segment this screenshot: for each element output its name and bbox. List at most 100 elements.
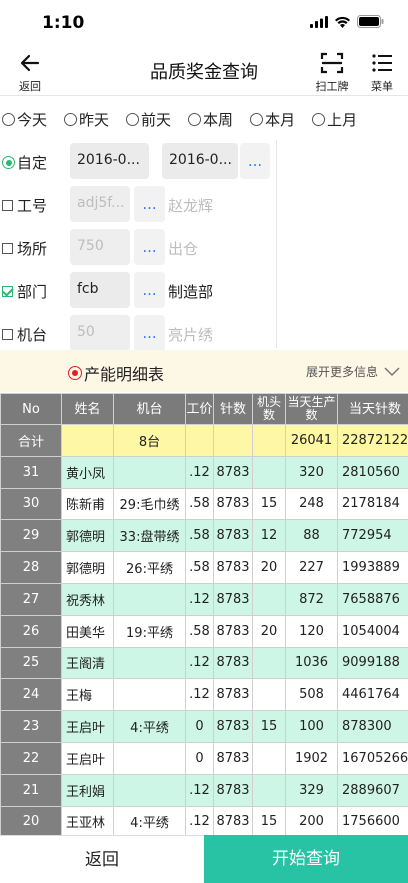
cell-output: 1036 (285, 646, 338, 680)
cell-stitches: 8783 (213, 487, 253, 521)
cell-stitches: 8783 (213, 646, 253, 680)
cell-name: 田美华 (61, 614, 114, 648)
radio-icon (250, 112, 264, 126)
cell-machine: 8台 (113, 424, 186, 457)
table-row[interactable]: 22 王启叶 0 8783 1902 16705266 (0, 741, 408, 775)
cell-heads (252, 455, 286, 489)
cell-price: .58 (185, 614, 214, 648)
machine-select-button[interactable]: ... (134, 315, 165, 351)
menu-button[interactable]: 菜单 (362, 48, 402, 94)
cell-price: .12 (185, 773, 214, 807)
cell-name: 王阁清 (61, 646, 114, 680)
wifi-icon (335, 16, 350, 28)
worker-id-field[interactable]: adj5f... (70, 186, 130, 222)
site-checkbox-label[interactable]: 场所 (2, 238, 47, 259)
table-row[interactable]: 27 祝秀林 .12 8783 872 7658876 (0, 582, 408, 616)
cell-total: 1756600 (337, 805, 408, 835)
cell-heads: 12 (252, 519, 286, 553)
cell-name: 郭德明 (61, 551, 114, 584)
start-query-button[interactable]: 开始查询 (204, 835, 408, 883)
dept-code-field[interactable]: fcb (70, 272, 130, 308)
scan-badge-button[interactable]: 扫工牌 (310, 48, 354, 94)
cell-output: 872 (285, 582, 338, 616)
cell-output: 320 (285, 455, 338, 489)
cell-machine (113, 455, 186, 489)
cell-price: .12 (185, 646, 214, 680)
detail-table-container[interactable]: No 姓名 机台 工价 针数 机头数 当天生产数 当天针数 合计 8台 2604… (0, 393, 408, 835)
date-option-today[interactable]: 今天 (2, 109, 47, 130)
cell-stitches: 8783 (213, 455, 253, 489)
machine-code-field[interactable]: 50 (70, 315, 130, 351)
cell-stitches: 8783 (213, 551, 253, 584)
bottom-back-button[interactable]: 返回 (0, 835, 204, 883)
status-bar: 1:10 (0, 0, 408, 46)
detail-table: No 姓名 机台 工价 针数 机头数 当天生产数 当天针数 合计 8台 2604… (0, 393, 408, 835)
cell-no: 29 (0, 519, 62, 553)
table-row[interactable]: 31 黄小凤 .12 8783 320 2810560 (0, 455, 408, 489)
header-machine: 机台 (113, 393, 186, 425)
cell-name: 陈新甫 (61, 487, 114, 521)
nav-bar: 返回 品质奖金查询 扫工牌 菜单 (0, 46, 408, 96)
cell-output: 120 (285, 614, 338, 648)
radio-icon (64, 112, 78, 126)
cell-price: .12 (185, 678, 214, 712)
table-row[interactable]: 20 王亚林 4:平绣 .12 8783 15 200 1756600 (0, 805, 408, 835)
cell-total: 772954 (337, 519, 408, 553)
date-option-this-month[interactable]: 本月 (250, 109, 295, 130)
end-date-field[interactable]: 2016-0... (162, 143, 238, 179)
dept-select-button[interactable]: ... (134, 272, 165, 308)
expand-more-button[interactable]: 展开更多信息 (306, 363, 400, 380)
table-row[interactable]: 30 陈新甫 29:毛巾绣 .58 8783 15 248 2178184 (0, 487, 408, 521)
table-row[interactable]: 28 郭德明 26:平绣 .58 8783 20 227 1993889 (0, 551, 408, 584)
cell-no: 24 (0, 678, 62, 712)
table-row[interactable]: 23 王启叶 4:平绣 0 8783 15 100 878300 (0, 710, 408, 743)
date-option-yesterday[interactable]: 昨天 (64, 109, 109, 130)
cell-name: 王启叶 (61, 741, 114, 775)
cell-output: 100 (285, 710, 338, 743)
status-icons (310, 15, 384, 28)
radio-selected-icon (2, 156, 15, 169)
cell-machine: 4:平绣 (113, 710, 186, 743)
cell-total: 1054004 (337, 614, 408, 648)
cell-output: 26041 (285, 424, 338, 457)
bottom-bar: 返回 开始查询 (0, 835, 408, 883)
date-option-day-before[interactable]: 前天 (126, 109, 171, 130)
cell-stitches: 8783 (213, 805, 253, 835)
worker-select-button[interactable]: ... (134, 186, 165, 222)
cell-machine (113, 582, 186, 616)
table-total-row: 合计 8台 26041 22872122 (0, 424, 408, 457)
expand-more-label: 展开更多信息 (305, 365, 378, 379)
dept-checkbox-label[interactable]: 部门 (2, 281, 47, 302)
worker-checkbox-label[interactable]: 工号 (2, 195, 47, 216)
custom-date-row: 自定 2016-0... 2016-0... ... (0, 142, 408, 185)
cell-machine: 26:平绣 (113, 551, 186, 584)
date-picker-button[interactable]: ... (240, 143, 270, 179)
scan-icon (320, 52, 344, 74)
site-select-button[interactable]: ... (134, 229, 165, 265)
cell-output: 508 (285, 678, 338, 712)
checkbox-checked-icon (2, 286, 13, 297)
date-option-last-month[interactable]: 上月 (312, 109, 357, 130)
cell-heads: 15 (252, 710, 286, 743)
table-row[interactable]: 21 王利娟 .12 8783 329 2889607 (0, 773, 408, 807)
table-row[interactable]: 29 郭德明 33:盘带绣 .58 8783 12 88 772954 (0, 519, 408, 553)
cell-stitches (213, 424, 253, 457)
cell-machine (113, 773, 186, 807)
machine-checkbox-label[interactable]: 机台 (2, 324, 47, 345)
header-no: No (0, 393, 62, 425)
table-row[interactable]: 25 王阁清 .12 8783 1036 9099188 (0, 646, 408, 680)
site-code-field[interactable]: 750 (70, 229, 130, 265)
cell-total: 2889607 (337, 773, 408, 807)
date-option-this-week[interactable]: 本周 (188, 109, 233, 130)
cell-price: .12 (185, 582, 214, 616)
start-date-field[interactable]: 2016-0... (70, 143, 149, 179)
cell-name: 郭德明 (61, 519, 114, 553)
custom-date-option[interactable]: 自定 (2, 152, 47, 173)
cell-name: 王利娟 (61, 773, 114, 807)
table-row[interactable]: 24 王梅 .12 8783 508 4461764 (0, 678, 408, 712)
table-row[interactable]: 26 田美华 19:平绣 .58 8783 20 120 1054004 (0, 614, 408, 648)
cell-heads (252, 678, 286, 712)
cell-name: 祝秀林 (61, 582, 114, 616)
cell-total: 7658876 (337, 582, 408, 616)
cell-total: 9099188 (337, 646, 408, 680)
